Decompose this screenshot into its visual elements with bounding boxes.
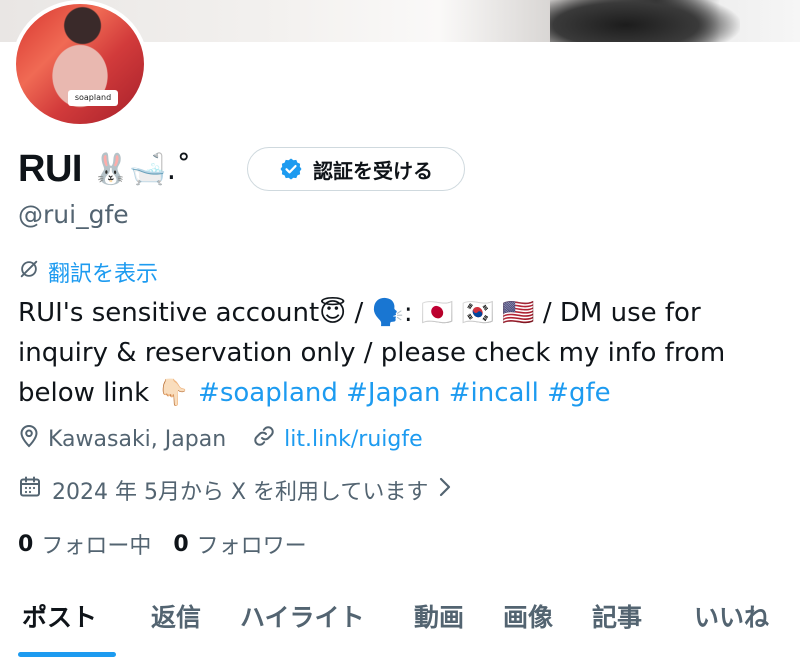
- tab-likes[interactable]: いいね: [694, 598, 769, 634]
- followers-count: 0: [173, 531, 189, 557]
- profile-tabs: ポスト 返信 ハイライト 動画 画像 記事 いいね: [0, 590, 800, 657]
- tab-videos[interactable]: 動画: [414, 598, 464, 634]
- location-text: Kawasaki, Japan: [48, 426, 227, 452]
- calendar-icon: [18, 475, 42, 505]
- avatar-sticker: soapland: [68, 90, 118, 106]
- bio-hashtag[interactable]: #soapland: [198, 378, 338, 408]
- website-link[interactable]: lit.link/ruigfe: [284, 427, 423, 452]
- bio-hashtag[interactable]: #Japan: [346, 378, 440, 408]
- profile-bio: RUI's sensitive account😇 / 🗣️: 🇯🇵 🇰🇷 🇺🇸 …: [18, 293, 788, 413]
- following-count: 0: [18, 531, 34, 557]
- tab-images[interactable]: 画像: [503, 598, 553, 634]
- joined-date-row[interactable]: 2024 年 5月から X を利用しています: [18, 474, 452, 506]
- tab-articles[interactable]: 記事: [592, 598, 642, 634]
- verified-badge-icon: [279, 157, 303, 181]
- profile-handle: @rui_gfe: [18, 200, 129, 229]
- active-tab-indicator: [18, 652, 116, 657]
- following-stat[interactable]: 0 フォロー中: [18, 528, 151, 560]
- website-item[interactable]: lit.link/ruigfe: [252, 424, 423, 454]
- profile-meta-row: Kawasaki, Japan lit.link/ruigfe: [18, 424, 449, 454]
- translate-icon: [18, 258, 40, 286]
- name-emoji: 🐰🛁.˚: [91, 151, 192, 187]
- following-label: フォロー中: [41, 534, 152, 559]
- translate-bio-link[interactable]: 翻訳を表示: [18, 256, 158, 288]
- tab-posts[interactable]: ポスト: [22, 598, 97, 634]
- joined-text: 2024 年 5月から X を利用しています: [52, 480, 429, 505]
- bio-hashtag[interactable]: #incall: [449, 378, 539, 408]
- followers-label: フォロワー: [196, 534, 307, 559]
- location-item: Kawasaki, Japan: [18, 424, 226, 454]
- chevron-right-icon: [438, 476, 452, 504]
- display-name: RUI: [18, 147, 82, 190]
- tab-replies[interactable]: 返信: [151, 598, 201, 634]
- followers-stat[interactable]: 0 フォロワー: [173, 528, 306, 560]
- name-row: RUI 🐰🛁.˚: [18, 143, 191, 195]
- bio-hashtag[interactable]: #gfe: [547, 378, 610, 408]
- link-icon: [252, 424, 276, 454]
- avatar[interactable]: soapland: [12, 0, 148, 128]
- get-verified-button[interactable]: 認証を受ける: [247, 147, 465, 191]
- follow-stats: 0 フォロー中 0 フォロワー: [18, 528, 329, 560]
- tab-highlights[interactable]: ハイライト: [240, 598, 365, 634]
- get-verified-label: 認証を受ける: [313, 158, 433, 183]
- translate-label: 翻訳を表示: [48, 262, 159, 287]
- location-pin-icon: [18, 424, 40, 454]
- banner-shade: [550, 0, 740, 42]
